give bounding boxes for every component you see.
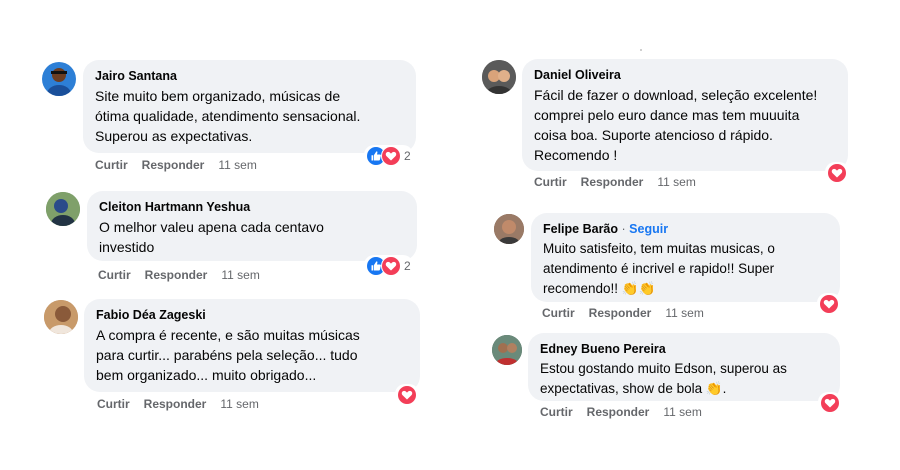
- like-button[interactable]: Curtir: [97, 397, 130, 411]
- timestamp[interactable]: 11 sem: [221, 268, 259, 282]
- love-reaction-icon: [827, 163, 847, 183]
- avatar[interactable]: [44, 300, 78, 334]
- comment-author[interactable]: Daniel Oliveira: [534, 67, 836, 83]
- reactions-summary[interactable]: [817, 293, 841, 315]
- like-button[interactable]: Curtir: [542, 306, 575, 320]
- love-reaction-icon: [819, 294, 839, 314]
- reply-button[interactable]: Responder: [145, 268, 208, 282]
- reply-button[interactable]: Responder: [142, 158, 205, 172]
- reactions-summary[interactable]: [818, 392, 842, 414]
- person-icon: [44, 300, 78, 334]
- timestamp[interactable]: 11 sem: [220, 397, 258, 411]
- comment-text: A compra é recente, e são muitas músicas…: [96, 327, 360, 383]
- comment-bubble: Cleiton Hartmann Yeshua O melhor valeu a…: [87, 191, 417, 261]
- reply-button[interactable]: Responder: [144, 397, 207, 411]
- comment-actions: Curtir Responder 11 sem: [97, 397, 273, 411]
- comment-text: Site muito bem organizado, músicas de óti…: [95, 88, 361, 144]
- divider-dot: [640, 49, 642, 51]
- avatar[interactable]: [492, 335, 522, 365]
- love-reaction-icon: [381, 256, 401, 276]
- reactions-summary[interactable]: [395, 384, 419, 406]
- love-reaction-icon: [820, 393, 840, 413]
- follow-button[interactable]: Seguir: [629, 222, 668, 236]
- like-button[interactable]: Curtir: [540, 405, 573, 419]
- comment-text: Estou gostando muito Edson, superou as ex…: [540, 361, 787, 396]
- reactions-summary[interactable]: 2: [364, 255, 413, 277]
- person-icon: [494, 214, 524, 244]
- comment-bubble: Felipe Barão · Seguir Muito satisfeito, …: [531, 213, 840, 302]
- person-icon: [47, 68, 71, 96]
- comment-bubble: Fabio Déa Zageski A compra é recente, e …: [84, 299, 420, 392]
- avatar[interactable]: [42, 62, 76, 96]
- reply-button[interactable]: Responder: [587, 405, 650, 419]
- separator-dot: ·: [621, 222, 626, 236]
- comment-text: O melhor valeu apena cada centavo investi…: [99, 219, 324, 255]
- comment-actions: Curtir Responder 11 sem: [542, 306, 718, 320]
- comment-text: Fácil de fazer o download, seleção excel…: [534, 87, 818, 163]
- comment-actions: Curtir Responder 11 sem: [95, 158, 271, 172]
- comment-author[interactable]: Felipe Barão: [543, 222, 618, 236]
- reactions-summary[interactable]: 2: [364, 145, 413, 167]
- comment-author[interactable]: Jairo Santana: [95, 68, 404, 84]
- comment-author-line: Felipe Barão · Seguir: [543, 221, 828, 237]
- comment-bubble: Edney Bueno Pereira Estou gostando muito…: [528, 333, 840, 401]
- reply-button[interactable]: Responder: [581, 175, 644, 189]
- comment-author[interactable]: Fabio Déa Zageski: [96, 307, 408, 323]
- avatar[interactable]: [482, 60, 516, 94]
- avatar[interactable]: [494, 214, 524, 244]
- love-reaction-icon: [381, 146, 401, 166]
- timestamp[interactable]: 11 sem: [218, 158, 256, 172]
- timestamp[interactable]: 11 sem: [657, 175, 695, 189]
- person-icon: [482, 60, 516, 94]
- reactions-summary[interactable]: [825, 162, 849, 184]
- avatar[interactable]: [46, 192, 80, 226]
- timestamp[interactable]: 11 sem: [663, 405, 701, 419]
- like-button[interactable]: Curtir: [95, 158, 128, 172]
- comment-actions: Curtir Responder 11 sem: [98, 268, 274, 282]
- timestamp[interactable]: 11 sem: [665, 306, 703, 320]
- reaction-count: 2: [404, 149, 411, 163]
- comment-actions: Curtir Responder 11 sem: [534, 175, 710, 189]
- like-button[interactable]: Curtir: [98, 268, 131, 282]
- comment-bubble: Jairo Santana Site muito bem organizado,…: [83, 60, 416, 153]
- reaction-count: 2: [404, 259, 411, 273]
- love-reaction-icon: [397, 385, 417, 405]
- like-button[interactable]: Curtir: [534, 175, 567, 189]
- comment-actions: Curtir Responder 11 sem: [540, 405, 716, 419]
- comment-text: Muito satisfeito, tem muitas musicas, oa…: [543, 241, 775, 296]
- comment-author[interactable]: Edney Bueno Pereira: [540, 341, 828, 357]
- person-icon: [46, 192, 80, 226]
- comment-author[interactable]: Cleiton Hartmann Yeshua: [99, 199, 405, 215]
- comment-bubble: Daniel Oliveira Fácil de fazer o downloa…: [522, 59, 848, 171]
- person-icon: [492, 335, 522, 365]
- reply-button[interactable]: Responder: [589, 306, 652, 320]
